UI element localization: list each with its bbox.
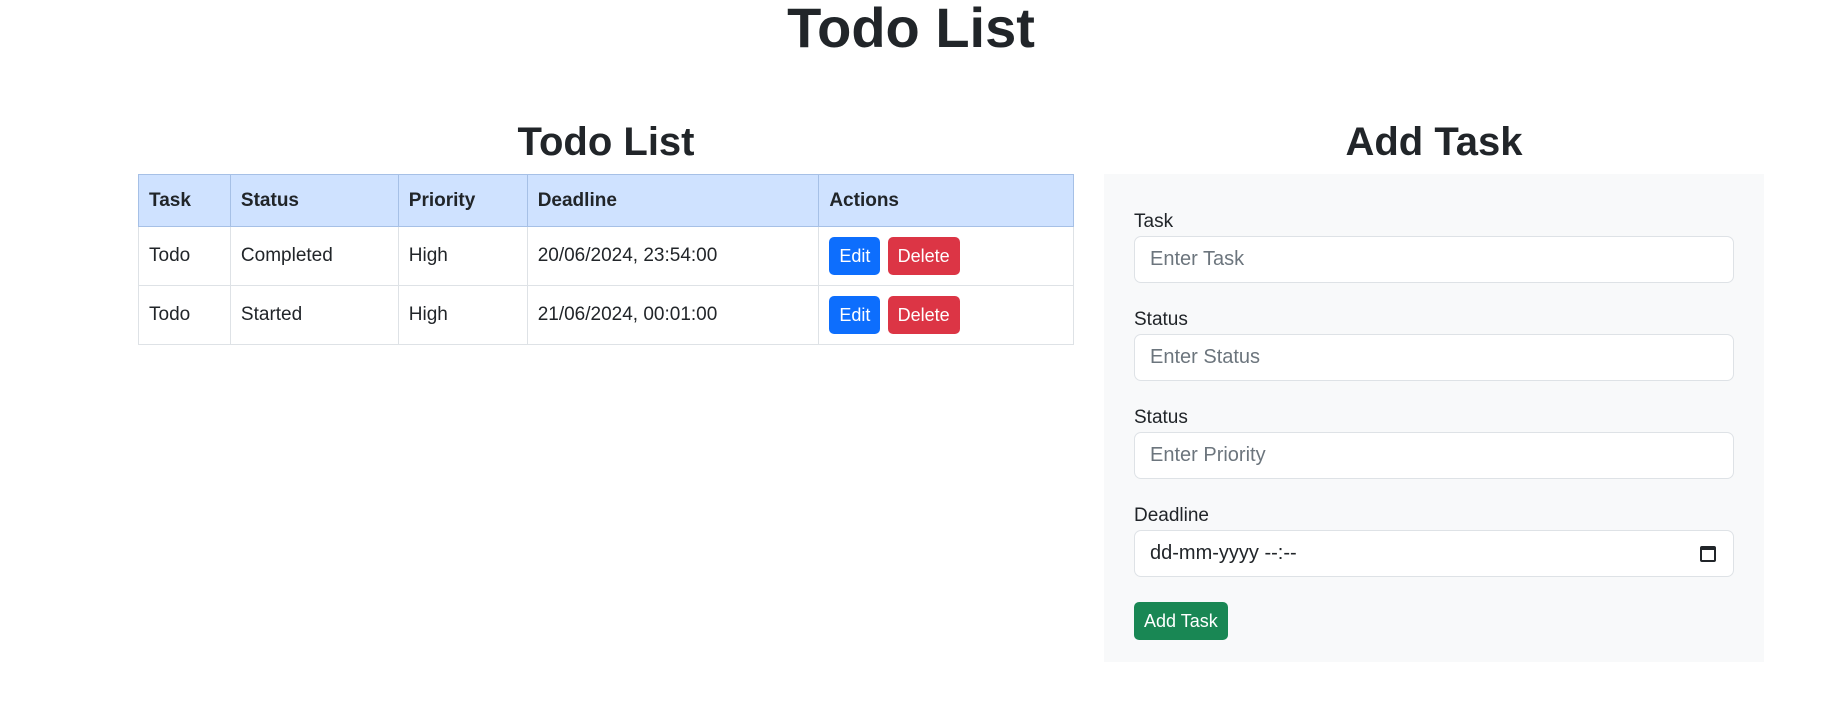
column-header-deadline: Deadline [526, 174, 820, 227]
deadline-field-group: Deadline dd-mm-yyyy --:-- [1134, 502, 1734, 600]
column-header-task: Task [138, 174, 231, 227]
page-title: Todo List [787, 0, 1035, 59]
cell-status: Started [229, 285, 399, 345]
priority-input[interactable] [1134, 432, 1734, 479]
task-label: Task [1134, 211, 1174, 232]
column-header-priority: Priority [397, 174, 528, 227]
deadline-label: Deadline [1134, 505, 1209, 526]
cell-actions: Edit Delete [818, 285, 1074, 345]
task-field-group: Task [1134, 208, 1734, 306]
cell-task: Todo [138, 226, 231, 286]
cell-deadline: 21/06/2024, 00:01:00 [526, 285, 820, 345]
todo-list-title: Todo List [517, 120, 695, 164]
status-label: Status [1134, 309, 1188, 330]
column-header-actions: Actions [818, 174, 1074, 227]
priority-field-group: Status [1134, 404, 1734, 502]
todo-table: Task Status Priority Deadline Actions To… [138, 174, 1074, 345]
priority-label: Status [1134, 407, 1188, 428]
add-task-title: Add Task [1345, 120, 1523, 164]
status-input[interactable] [1134, 334, 1734, 381]
add-task-button[interactable]: Add Task [1134, 602, 1228, 640]
cell-task: Todo [138, 285, 231, 345]
todo-list-section: Todo List Task Status Priority Deadline … [138, 116, 1074, 345]
edit-button[interactable]: Edit [829, 237, 881, 275]
delete-button[interactable]: Delete [887, 296, 960, 334]
table-row: Todo Started High 21/06/2024, 00:01:00 E… [138, 285, 1074, 345]
add-task-section: Add Task Task Status Status Deadline dd-… [1104, 116, 1764, 662]
column-header-status: Status [229, 174, 399, 227]
table-header-row: Task Status Priority Deadline Actions [138, 174, 1074, 227]
cell-priority: High [397, 285, 528, 345]
edit-button[interactable]: Edit [829, 296, 881, 334]
status-field-group: Status [1134, 306, 1734, 404]
cell-deadline: 20/06/2024, 23:54:00 [526, 226, 820, 286]
cell-status: Completed [229, 226, 399, 286]
delete-button[interactable]: Delete [887, 237, 960, 275]
calendar-icon[interactable] [1700, 545, 1716, 562]
task-input[interactable] [1134, 236, 1734, 283]
table-row: Todo Completed High 20/06/2024, 23:54:00… [138, 226, 1074, 286]
add-task-form: Task Status Status Deadline dd-mm-yyyy -… [1104, 174, 1764, 662]
deadline-input[interactable]: dd-mm-yyyy --:-- [1134, 530, 1734, 577]
cell-actions: Edit Delete [818, 226, 1074, 286]
cell-priority: High [397, 226, 528, 286]
deadline-value: dd-mm-yyyy --:-- [1150, 542, 1297, 564]
